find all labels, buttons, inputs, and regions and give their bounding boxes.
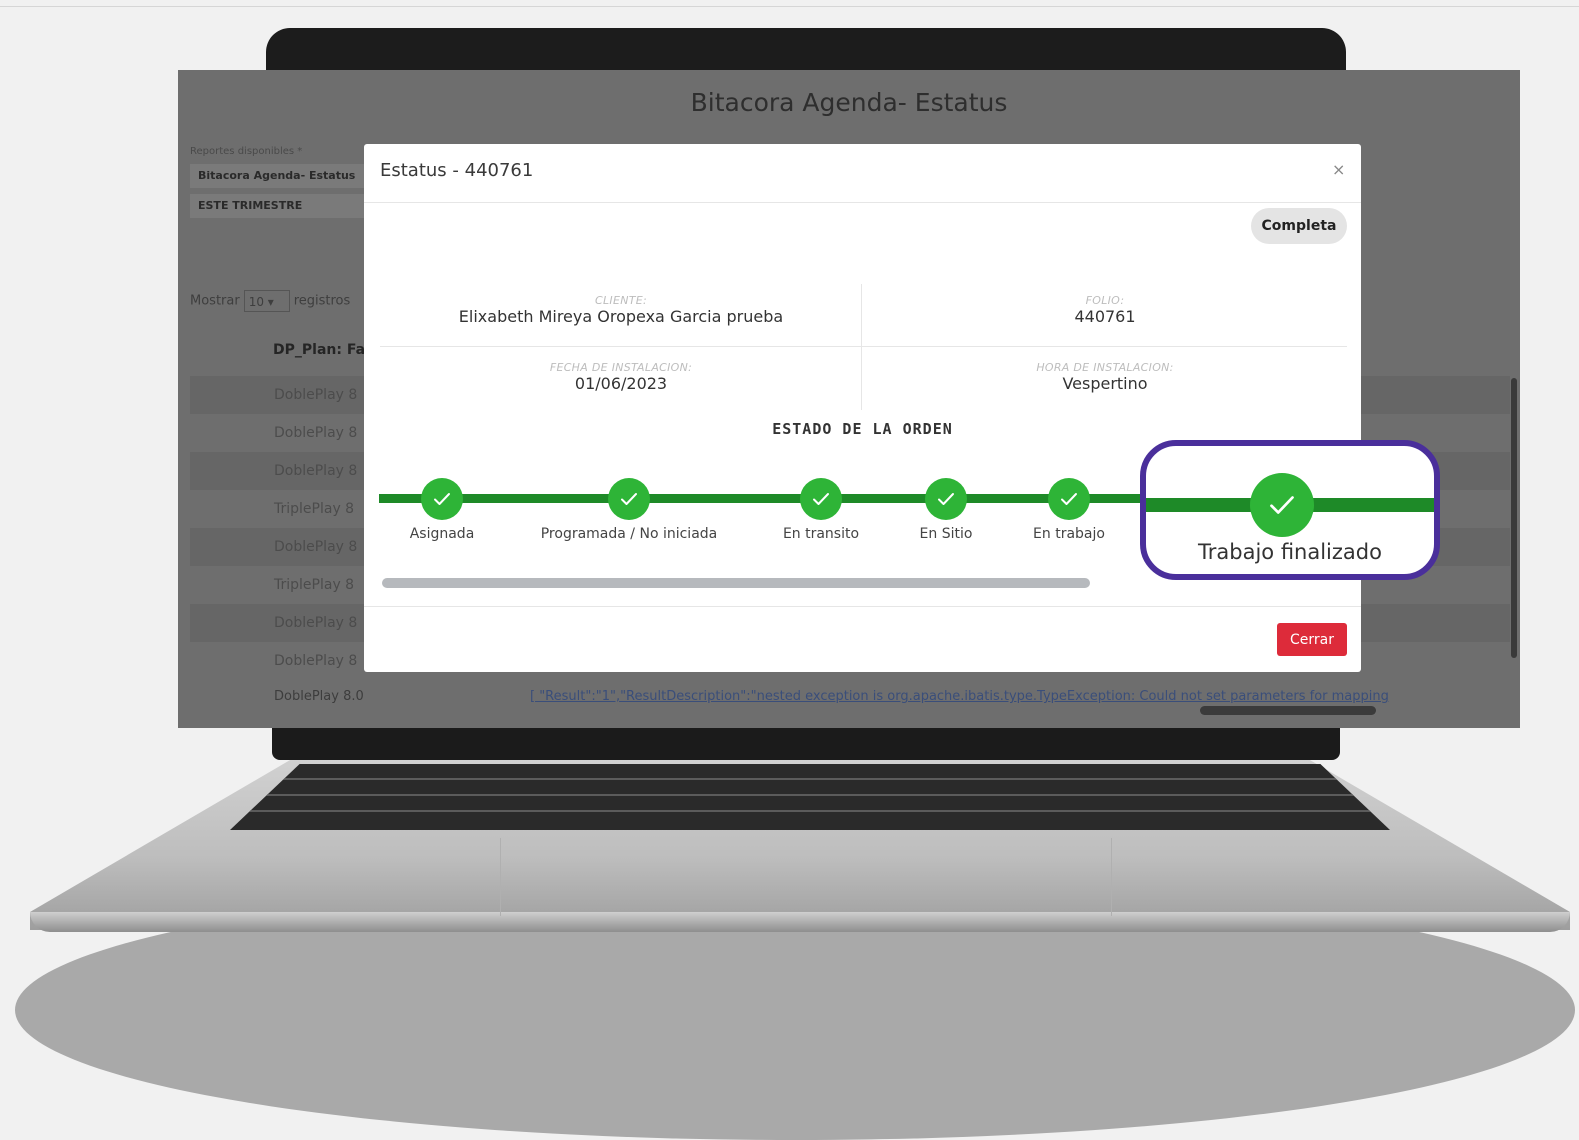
report-select[interactable]: Bitacora Agenda- Estatus (190, 164, 380, 188)
page-length-select[interactable]: 10 ▾ (243, 290, 290, 312)
step-label: Asignada (409, 526, 475, 542)
modal-title: Estatus - 440761 (380, 160, 534, 181)
estado-heading: ESTADO DE LA ORDEN (772, 420, 953, 438)
info-horizontal-divider (380, 346, 1347, 347)
table-cell-plan: DoblePlay 8 (274, 425, 358, 441)
check-icon (421, 478, 463, 520)
keyboard-row (230, 794, 1390, 796)
page-length-control: Mostrar 10 ▾ registros (190, 290, 350, 312)
stepper-scrollbar[interactable] (382, 578, 1090, 588)
step-asignada: Asignada (342, 478, 542, 542)
step-programada: Programada / No iniciada (529, 478, 729, 542)
hora-field: HORA DE INSTALACION: Vespertino (870, 361, 1340, 393)
table-cell-plan: DoblePlay 8.0 (274, 689, 364, 704)
table-cell-plan: DoblePlay 8 (274, 615, 358, 631)
column-header-plan[interactable]: DP_Plan: Fa (273, 342, 365, 358)
hora-label: HORA DE INSTALACION: (1036, 361, 1174, 374)
close-button[interactable]: Cerrar (1277, 623, 1347, 656)
check-icon (1048, 478, 1090, 520)
vertical-scrollbar[interactable] (1511, 378, 1517, 658)
check-icon (800, 478, 842, 520)
period-select[interactable]: ESTE TRIMESTRE (190, 194, 380, 218)
step-label: En trabajo (1033, 526, 1105, 542)
step-label: Programada / No iniciada (540, 526, 718, 542)
step-trabajo-finalizado-highlight: Trabajo finalizado (1140, 440, 1440, 580)
folio-field: FOLIO: 440761 (870, 294, 1340, 326)
check-icon (608, 478, 650, 520)
status-badge: Completa (1251, 208, 1347, 244)
check-icon (925, 478, 967, 520)
page-title: Bitacora Agenda- Estatus (690, 88, 1008, 117)
step-en-trabajo: En trabajo (969, 478, 1169, 542)
fecha-label: FECHA DE INSTALACION: (549, 361, 693, 374)
laptop-keyboard (230, 764, 1390, 830)
table-cell-plan: DoblePlay 8 (274, 653, 358, 669)
modal-header-divider (364, 202, 1361, 203)
table-cell-plan: DoblePlay 8 (274, 387, 358, 403)
show-suffix: registros (293, 293, 351, 309)
step-label: Trabajo finalizado (1198, 540, 1382, 564)
folio-value: 440761 (1074, 307, 1136, 326)
close-icon[interactable]: × (1332, 160, 1345, 180)
laptop-hinge (272, 728, 1340, 760)
cliente-label: CLIENTE: (594, 294, 647, 307)
modal-footer-divider (364, 606, 1361, 607)
keyboard-row (230, 810, 1390, 812)
top-divider (0, 6, 1579, 7)
status-modal: Estatus - 440761 × Completa CLIENTE: Eli… (364, 144, 1361, 672)
cliente-value: Elixabeth Mireya Oropexa Garcia prueba (458, 307, 784, 326)
folio-label: FOLIO: (1085, 294, 1125, 307)
keyboard-row (230, 778, 1390, 780)
hora-value: Vespertino (1062, 374, 1148, 393)
laptop-trackpad (500, 838, 1112, 916)
page-length-value: 10 (248, 295, 264, 309)
fecha-value: 01/06/2023 (574, 374, 668, 393)
table-cell-plan: TriplePlay 8 (274, 577, 355, 593)
info-vertical-divider (861, 284, 862, 410)
fecha-field: FECHA DE INSTALACION: 01/06/2023 (386, 361, 856, 393)
check-icon (1250, 473, 1314, 537)
cliente-field: CLIENTE: Elixabeth Mireya Oropexa Garcia… (386, 294, 856, 326)
show-label: Mostrar (190, 293, 240, 309)
horizontal-scrollbar[interactable] (1200, 706, 1376, 715)
reports-label: Reportes disponibles * (190, 146, 303, 157)
